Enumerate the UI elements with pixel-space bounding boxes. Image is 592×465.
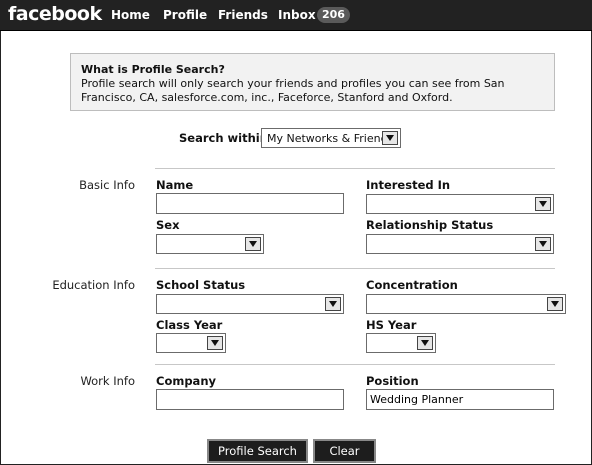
- dropdown-arrow-icon[interactable]: [207, 336, 223, 350]
- dropdown-arrow-icon[interactable]: [535, 197, 551, 211]
- company-input[interactable]: [156, 389, 344, 410]
- clear-button[interactable]: Clear: [313, 439, 376, 463]
- concentration-label: Concentration: [366, 278, 458, 292]
- class-year-select[interactable]: [156, 333, 226, 353]
- hs-year-select[interactable]: [366, 333, 436, 353]
- nav-inbox[interactable]: Inbox: [278, 8, 316, 22]
- search-within-label: Search within: [179, 131, 268, 145]
- inbox-count-badge[interactable]: 206: [317, 7, 350, 23]
- dropdown-arrow-icon[interactable]: [417, 336, 433, 350]
- sex-label: Sex: [156, 218, 180, 232]
- dropdown-arrow-icon[interactable]: [245, 237, 261, 251]
- dropdown-arrow-icon[interactable]: [382, 131, 398, 145]
- name-input[interactable]: [156, 193, 344, 214]
- profile-search-button[interactable]: Profile Search: [207, 439, 308, 463]
- company-label: Company: [156, 374, 216, 388]
- position-label: Position: [366, 374, 419, 388]
- section-work-info: Work Info: [80, 374, 135, 388]
- interested-in-select[interactable]: [366, 194, 554, 214]
- nav-friends[interactable]: Friends: [218, 8, 268, 22]
- relationship-status-select[interactable]: [366, 234, 554, 254]
- top-navigation-bar: facebook Home Profile Friends Inbox 206: [0, 0, 592, 31]
- facebook-logo[interactable]: facebook: [8, 3, 102, 25]
- dropdown-arrow-icon[interactable]: [547, 297, 563, 311]
- divider: [155, 168, 555, 169]
- search-within-value: My Networks & Friends: [267, 132, 394, 145]
- class-year-label: Class Year: [156, 318, 223, 332]
- divider: [155, 268, 555, 269]
- search-within-select[interactable]: My Networks & Friends: [261, 128, 401, 148]
- school-status-label: School Status: [156, 278, 246, 292]
- interested-in-label: Interested In: [366, 178, 451, 192]
- section-basic-info: Basic Info: [79, 178, 135, 192]
- school-status-select[interactable]: [156, 294, 344, 314]
- relationship-status-label: Relationship Status: [366, 218, 494, 232]
- dropdown-arrow-icon[interactable]: [325, 297, 341, 311]
- name-label: Name: [156, 178, 194, 192]
- section-education-info: Education Info: [52, 278, 135, 292]
- dropdown-arrow-icon[interactable]: [535, 237, 551, 251]
- info-description: Profile search will only search your fri…: [81, 77, 505, 104]
- info-title: What is Profile Search?: [81, 63, 225, 76]
- divider: [155, 364, 555, 365]
- nav-home[interactable]: Home: [111, 8, 150, 22]
- concentration-select[interactable]: [366, 294, 566, 314]
- sex-select[interactable]: [156, 234, 264, 254]
- profile-search-info-box: What is Profile Search? Profile search w…: [70, 53, 555, 111]
- position-input[interactable]: [366, 389, 554, 410]
- hs-year-label: HS Year: [366, 318, 417, 332]
- nav-profile[interactable]: Profile: [163, 8, 207, 22]
